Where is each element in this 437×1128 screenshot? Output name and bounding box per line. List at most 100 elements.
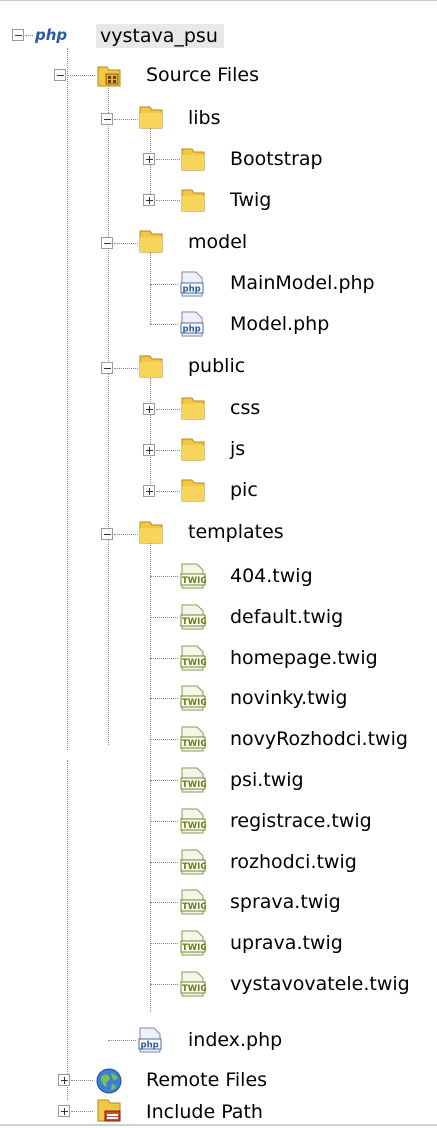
svg-text:php: php (183, 325, 201, 335)
svg-text:TWIG: TWIG (182, 862, 206, 872)
collapse-toggle[interactable] (101, 528, 113, 540)
folder-icon (138, 353, 164, 379)
tree-guide (108, 85, 109, 745)
twig-file-icon: TWIG (180, 849, 207, 875)
collapse-toggle[interactable] (101, 362, 113, 374)
collapse-toggle[interactable] (101, 237, 113, 249)
tree-item-index-php[interactable]: index.php (188, 1028, 282, 1052)
folder-icon (138, 228, 164, 254)
expand-toggle[interactable] (143, 153, 155, 165)
tree-item-public[interactable]: public (188, 354, 245, 378)
svg-text:php: php (141, 1041, 159, 1051)
tree-connector (67, 75, 95, 76)
tree-item-twig-file[interactable]: uprava.twig (230, 931, 343, 955)
tree-connector (150, 576, 178, 577)
tree-guide (67, 48, 68, 750)
svg-text:TWIG: TWIG (182, 902, 206, 912)
tree-connector (114, 119, 138, 120)
folder-icon (180, 477, 206, 503)
tree-item-source-files[interactable]: Source Files (146, 63, 259, 87)
tree-connector (150, 617, 178, 618)
folder-icon (180, 187, 206, 213)
tree-connector (114, 534, 138, 535)
folder-icon (180, 146, 206, 172)
tree-item-pic[interactable]: pic (230, 478, 258, 502)
svg-text:TWIG: TWIG (182, 617, 206, 627)
svg-text:php: php (34, 26, 67, 44)
tree-item-twig-file[interactable]: registrace.twig (230, 809, 372, 833)
tree-connector (25, 35, 33, 36)
tree-guide (150, 252, 151, 324)
twig-file-icon: TWIG (180, 808, 207, 834)
tree-connector (114, 368, 138, 369)
tree-item-twig-file[interactable]: vystavovatele.twig (230, 972, 410, 996)
expand-toggle[interactable] (143, 194, 155, 206)
twig-file-icon: TWIG (180, 726, 207, 752)
folder-icon (180, 395, 206, 421)
tree-item-css[interactable]: css (230, 396, 260, 420)
tree-item-include-path[interactable]: Include Path (146, 1100, 263, 1124)
tree-item-twig-lib[interactable]: Twig (230, 188, 271, 212)
tree-item-twig-file[interactable]: rozhodci.twig (230, 850, 357, 874)
svg-text:php: php (183, 285, 201, 295)
twig-file-icon: TWIG (180, 645, 207, 671)
tree-item-js[interactable]: js (230, 437, 245, 461)
tree-connector (150, 984, 178, 985)
twig-file-icon: TWIG (180, 930, 207, 956)
svg-text:TWIG: TWIG (182, 698, 206, 708)
twig-file-icon: TWIG (180, 685, 207, 711)
tree-connector (156, 409, 180, 410)
tree-item-twig-file[interactable]: psi.twig (230, 768, 304, 792)
tree-connector (114, 243, 138, 244)
tree-connector (150, 862, 178, 863)
collapse-toggle[interactable] (101, 113, 113, 125)
tree-connector (108, 1040, 136, 1041)
tree-connector (156, 450, 180, 451)
collapse-toggle[interactable] (12, 29, 24, 41)
tree-item-twig-file[interactable]: novinky.twig (230, 686, 347, 710)
project-label[interactable]: vystava_psu (96, 24, 224, 48)
svg-text:TWIG: TWIG (182, 780, 206, 790)
svg-text:TWIG: TWIG (182, 576, 206, 586)
tree-item-model-php[interactable]: Model.php (230, 312, 329, 336)
tree-connector (156, 159, 180, 160)
twig-file-icon: TWIG (180, 604, 207, 630)
tree-connector (150, 698, 178, 699)
expand-toggle[interactable] (143, 403, 155, 415)
tree-guide (67, 760, 68, 1100)
tree-connector (150, 324, 178, 325)
tree-connector (150, 658, 178, 659)
expand-toggle[interactable] (143, 485, 155, 497)
tree-connector (71, 1080, 93, 1081)
expand-toggle[interactable] (58, 1105, 70, 1117)
tree-item-twig-file[interactable]: sprava.twig (230, 890, 341, 914)
php-file-icon: php (180, 271, 204, 297)
tree-item-twig-file[interactable]: default.twig (230, 605, 343, 629)
expand-toggle[interactable] (143, 444, 155, 456)
svg-text:TWIG: TWIG (182, 658, 206, 668)
twig-file-icon: TWIG (180, 889, 207, 915)
collapse-toggle[interactable] (54, 69, 66, 81)
tree-item-bootstrap[interactable]: Bootstrap (230, 147, 323, 171)
twig-file-icon: TWIG (180, 563, 207, 589)
tree-item-twig-file[interactable]: novyRozhodci.twig (230, 727, 408, 751)
globe-icon (95, 1067, 123, 1100)
tree-item-model[interactable]: model (188, 230, 247, 254)
top-border (0, 0, 437, 1)
php-file-icon: php (138, 1027, 162, 1053)
php-file-icon: php (180, 311, 204, 337)
expand-toggle[interactable] (58, 1074, 70, 1086)
tree-item-mainmodel[interactable]: MainModel.php (230, 271, 375, 295)
tree-item-twig-file[interactable]: 404.twig (230, 564, 313, 588)
svg-text:TWIG: TWIG (182, 821, 206, 831)
folder-icon (138, 519, 164, 545)
tree-item-templates[interactable]: templates (188, 520, 284, 544)
source-folder-icon (96, 62, 122, 93)
tree-item-twig-file[interactable]: homepage.twig (230, 646, 378, 670)
tree-connector (150, 943, 178, 944)
tree-item-remote-files[interactable]: Remote Files (146, 1068, 267, 1092)
tree-connector (71, 1111, 93, 1112)
tree-item-libs[interactable]: libs (188, 106, 221, 130)
tree-connector (156, 200, 180, 201)
folder-icon (138, 104, 164, 130)
